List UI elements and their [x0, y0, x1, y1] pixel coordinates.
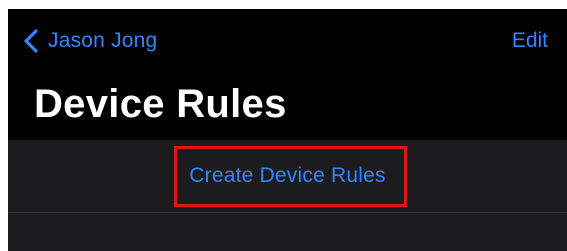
chevron-left-icon: [22, 28, 40, 54]
device-rules-screen: Jason Jong Edit Device Rules Create Devi…: [8, 9, 567, 251]
navigation-bar: Jason Jong Edit: [8, 9, 567, 75]
edit-button[interactable]: Edit: [512, 29, 548, 53]
create-device-rules-button[interactable]: Create Device Rules: [8, 140, 567, 212]
rules-list: Create Device Rules: [8, 140, 567, 251]
back-button[interactable]: Jason Jong: [22, 26, 157, 56]
create-device-rules-label: Create Device Rules: [189, 164, 386, 187]
back-button-label: Jason Jong: [48, 29, 158, 52]
list-item: [8, 213, 567, 251]
page-title: Device Rules: [34, 82, 287, 126]
